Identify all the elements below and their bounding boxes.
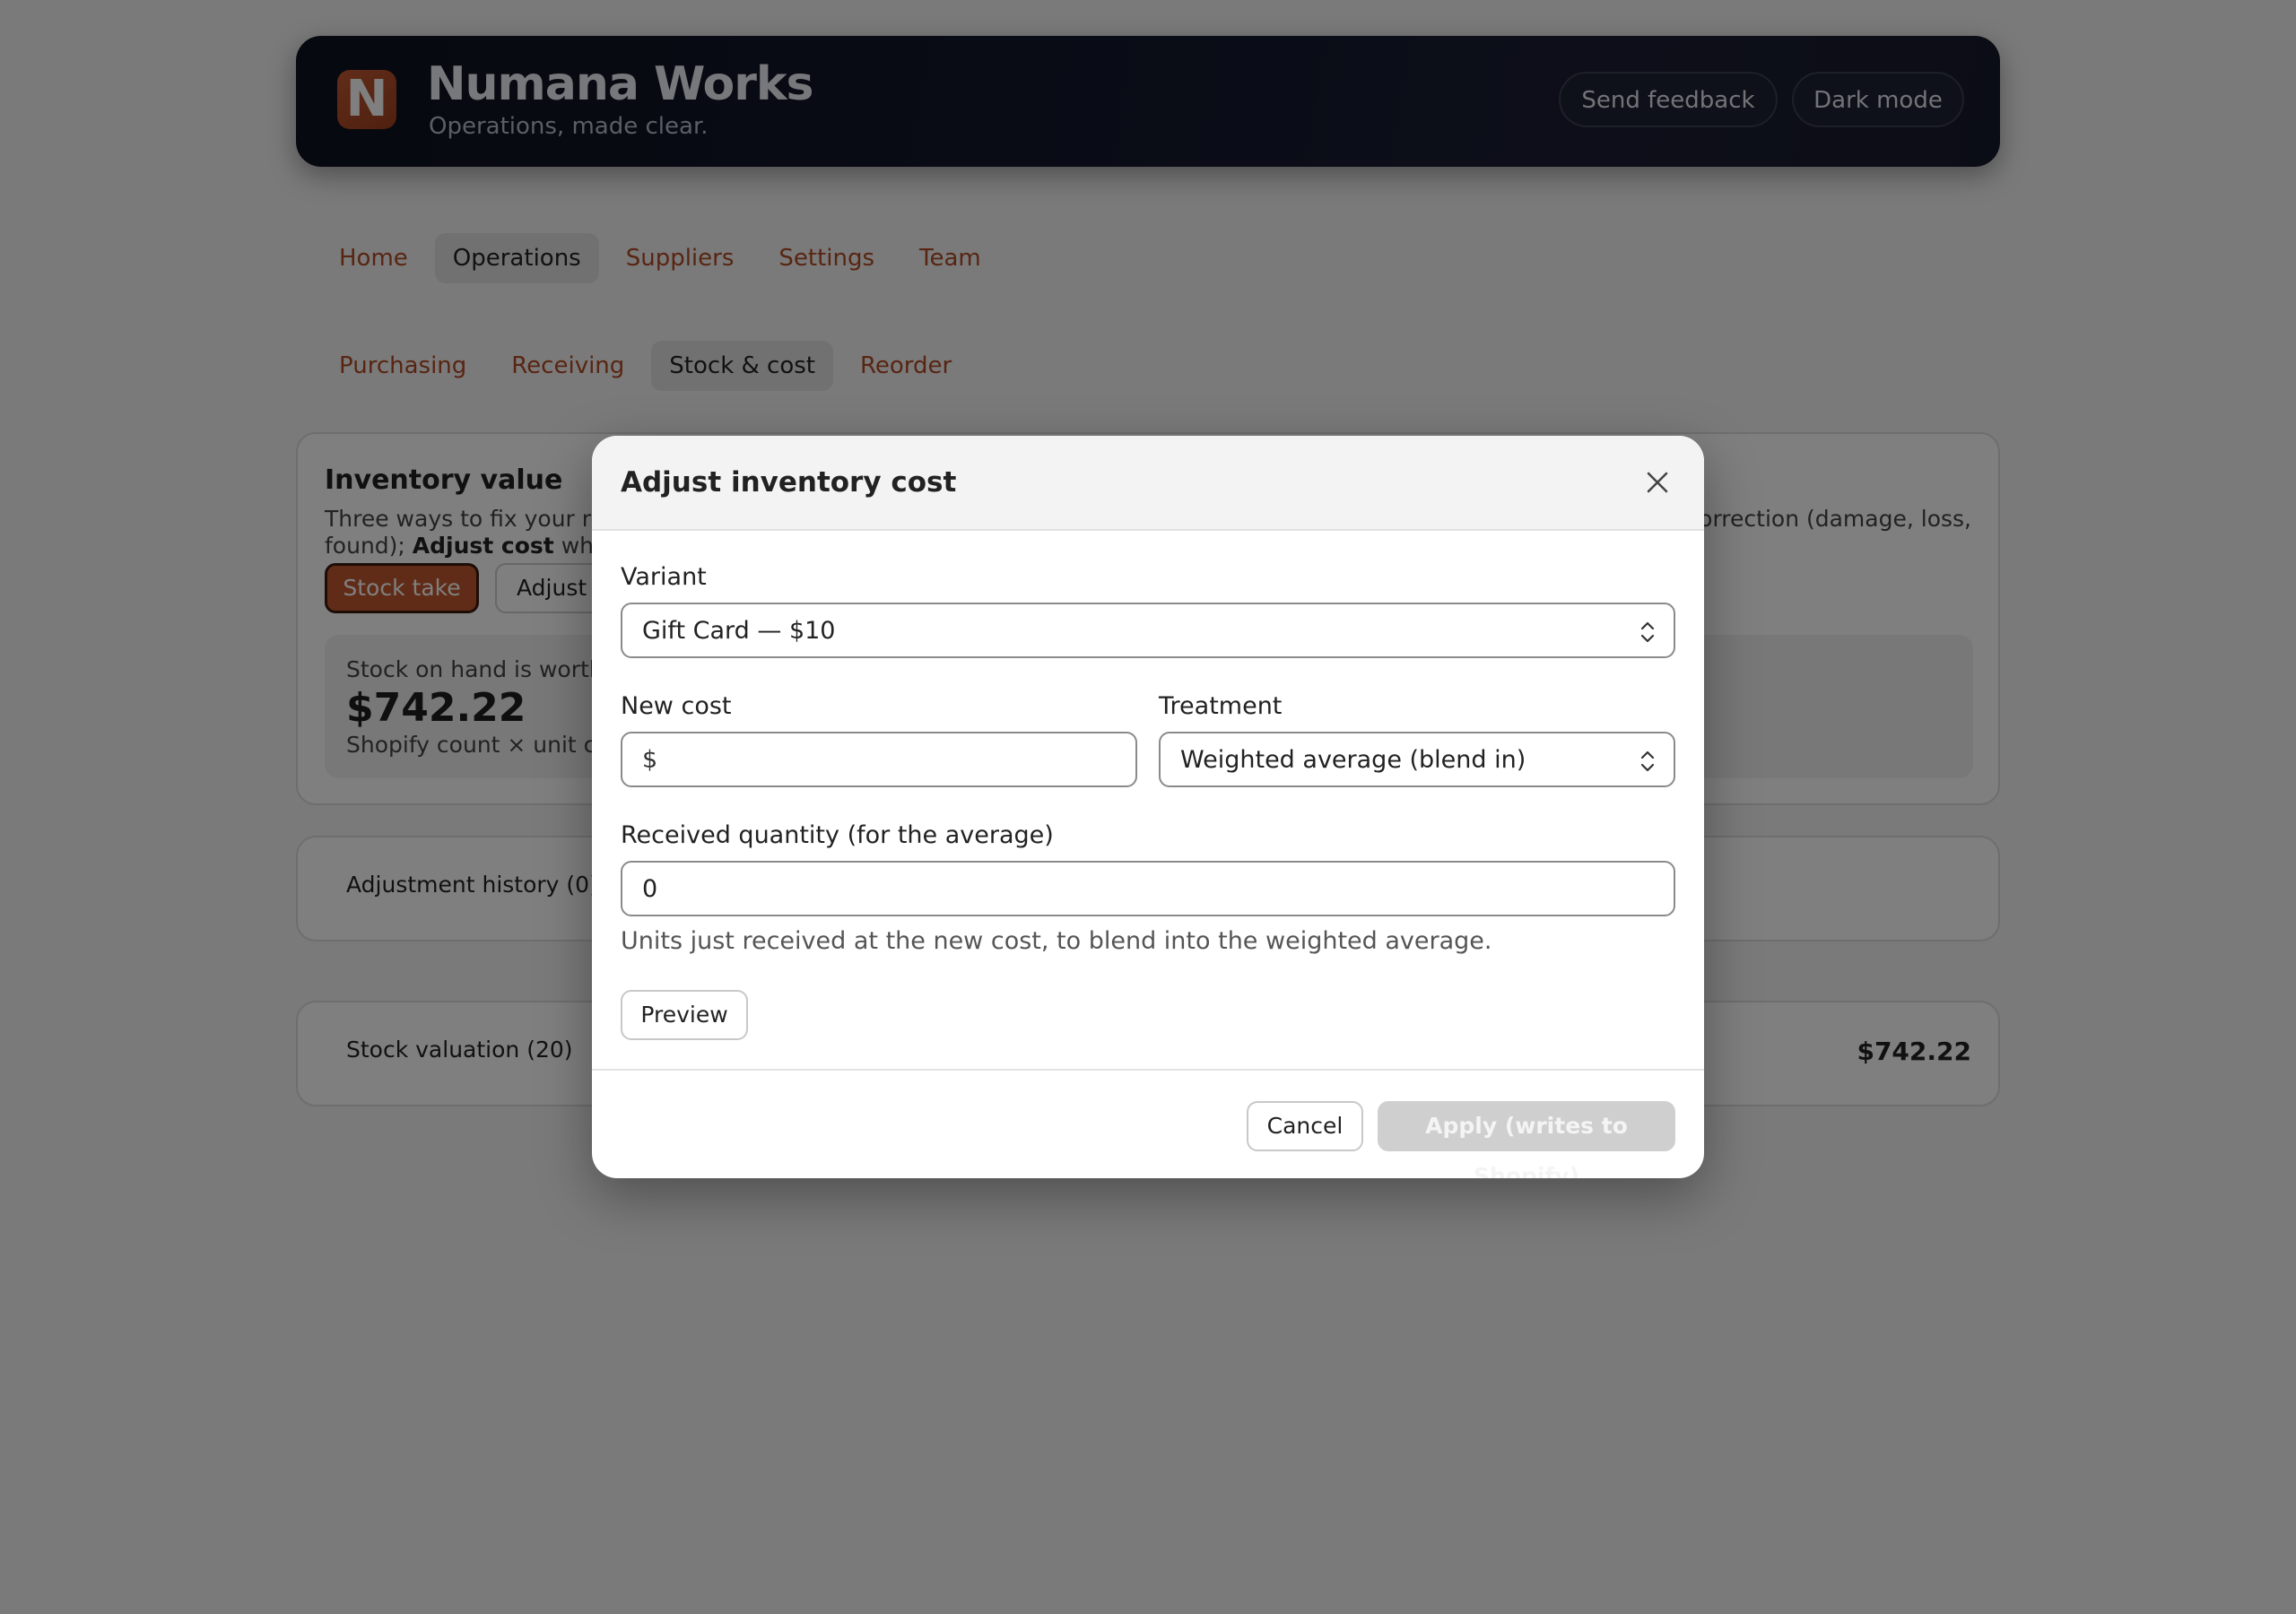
new-cost-input[interactable] — [664, 733, 1116, 787]
variant-select[interactable]: Gift Card — $10 — [621, 603, 1675, 658]
preview-button[interactable]: Preview — [621, 990, 748, 1040]
new-cost-field[interactable]: $ — [621, 732, 1137, 787]
dialog-header: Adjust inventory cost — [592, 436, 1704, 531]
received-quantity-value[interactable]: 0 — [642, 875, 657, 903]
chevron-updown-icon — [1640, 621, 1655, 643]
treatment-selected-value: Weighted average (blend in) — [1180, 746, 1526, 774]
adjust-inventory-cost-dialog: Adjust inventory cost Variant Gift Card … — [592, 436, 1704, 1178]
new-cost-label: New cost — [621, 692, 732, 720]
variant-selected-value: Gift Card — $10 — [642, 617, 836, 645]
treatment-label: Treatment — [1159, 692, 1283, 720]
received-quantity-field[interactable]: 0 — [621, 861, 1675, 916]
app-root: N Numana Works Operations, made clear. S… — [0, 0, 2296, 1614]
currency-prefix: $ — [642, 746, 658, 774]
variant-label: Variant — [621, 563, 707, 591]
dialog-title: Adjust inventory cost — [621, 466, 957, 499]
dialog-footer: Cancel Apply (writes to Shopify) — [592, 1069, 1704, 1178]
cancel-button[interactable]: Cancel — [1247, 1101, 1363, 1151]
chevron-updown-icon — [1640, 751, 1655, 772]
received-quantity-help: Units just received at the new cost, to … — [621, 927, 1492, 955]
close-icon[interactable] — [1643, 468, 1672, 497]
received-quantity-label: Received quantity (for the average) — [621, 821, 1054, 849]
treatment-select[interactable]: Weighted average (blend in) — [1159, 732, 1675, 787]
apply-button[interactable]: Apply (writes to Shopify) — [1378, 1101, 1675, 1178]
